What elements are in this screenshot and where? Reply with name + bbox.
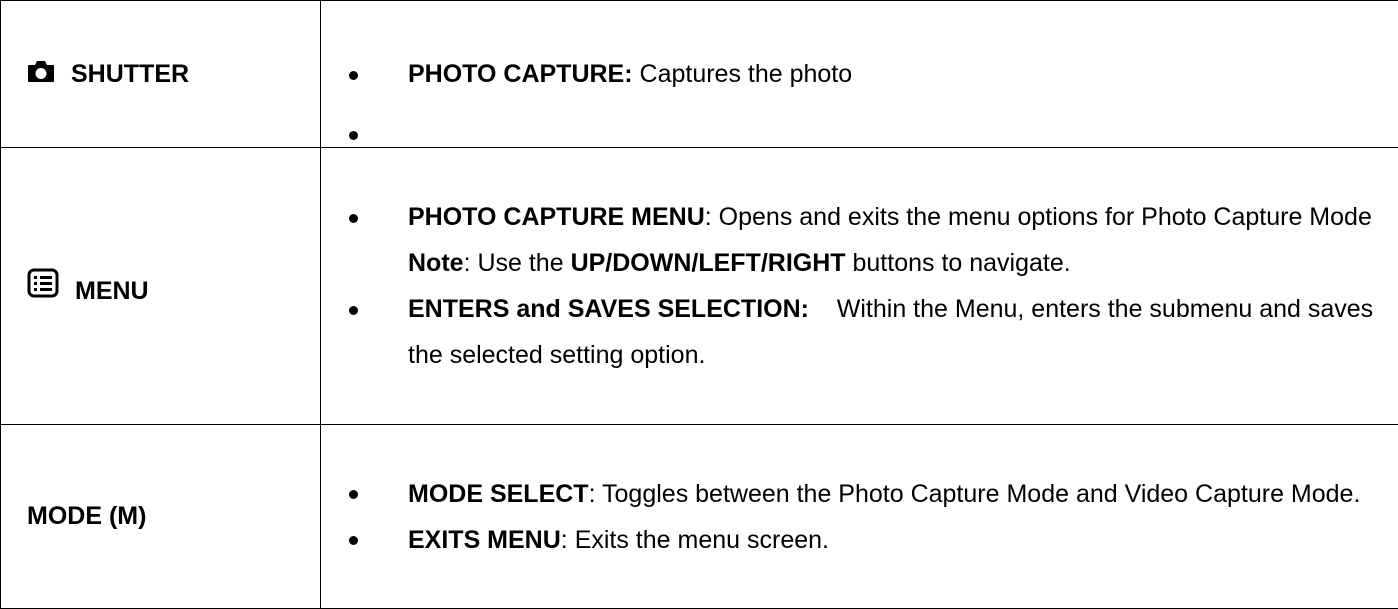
photo-capture-menu-desc: : Opens and exits the menu options for P…	[705, 203, 1372, 231]
menu-list-icon	[27, 268, 59, 305]
direction-buttons-term: UP/DOWN/LEFT/RIGHT	[571, 249, 846, 277]
photo-capture-menu-term: PHOTO CAPTURE MENU	[408, 203, 705, 231]
mode-description: MODE SELECT: Toggles between the Photo C…	[321, 425, 1398, 609]
bullet	[346, 517, 360, 563]
note-term: Note	[408, 249, 464, 277]
note-text: : Use the	[464, 249, 571, 277]
list-item: PHOTO CAPTURE MENU: Opens and exits the …	[321, 194, 1398, 240]
bullet	[346, 104, 360, 164]
exits-menu-desc: : Exits the menu screen.	[561, 526, 829, 554]
table-row-shutter: SHUTTER PHOTO CAPTURE: Captures the phot…	[1, 1, 1398, 148]
mode-select-desc: : Toggles between the Photo Capture Mode…	[589, 480, 1361, 508]
table-row-mode: MODE (M) MODE SELECT: Toggles between th…	[1, 425, 1398, 609]
camera-icon	[27, 59, 55, 90]
photo-capture-term: PHOTO CAPTURE:	[408, 60, 633, 88]
mode-select-term: MODE SELECT	[408, 480, 589, 508]
list-item: PHOTO CAPTURE: Captures the photo	[321, 44, 1398, 104]
menu-cell: MENU	[1, 148, 321, 425]
note-text-end: buttons to navigate.	[846, 249, 1071, 277]
shutter-description: PHOTO CAPTURE: Captures the photo	[321, 1, 1398, 148]
menu-label: MENU	[75, 277, 149, 306]
photo-capture-desc: Captures the photo	[633, 60, 853, 88]
bullet	[346, 44, 360, 104]
table-row-menu: MENU PHOTO CAPTURE MENU: Opens and exits…	[1, 148, 1398, 425]
bullet	[346, 286, 360, 332]
navigation-note: Note: Use the UP/DOWN/LEFT/RIGHT buttons…	[321, 240, 1398, 286]
exits-menu-term: EXITS MENU	[408, 526, 561, 554]
list-item: MODE SELECT: Toggles between the Photo C…	[321, 471, 1398, 517]
shutter-cell: SHUTTER	[1, 1, 321, 148]
enters-saves-term: ENTERS and SAVES SELECTION:	[408, 295, 809, 323]
button-function-table: SHUTTER PHOTO CAPTURE: Captures the phot…	[0, 0, 1398, 609]
mode-label: MODE (M)	[27, 502, 146, 531]
list-item: ENTERS and SAVES SELECTION: Within the M…	[321, 286, 1398, 378]
list-item: EXITS MENU: Exits the menu screen.	[321, 517, 1398, 563]
bullet	[346, 194, 360, 240]
mode-cell: MODE (M)	[1, 425, 321, 609]
bullet	[346, 471, 360, 517]
menu-description: PHOTO CAPTURE MENU: Opens and exits the …	[321, 148, 1398, 425]
shutter-label: SHUTTER	[71, 60, 189, 89]
